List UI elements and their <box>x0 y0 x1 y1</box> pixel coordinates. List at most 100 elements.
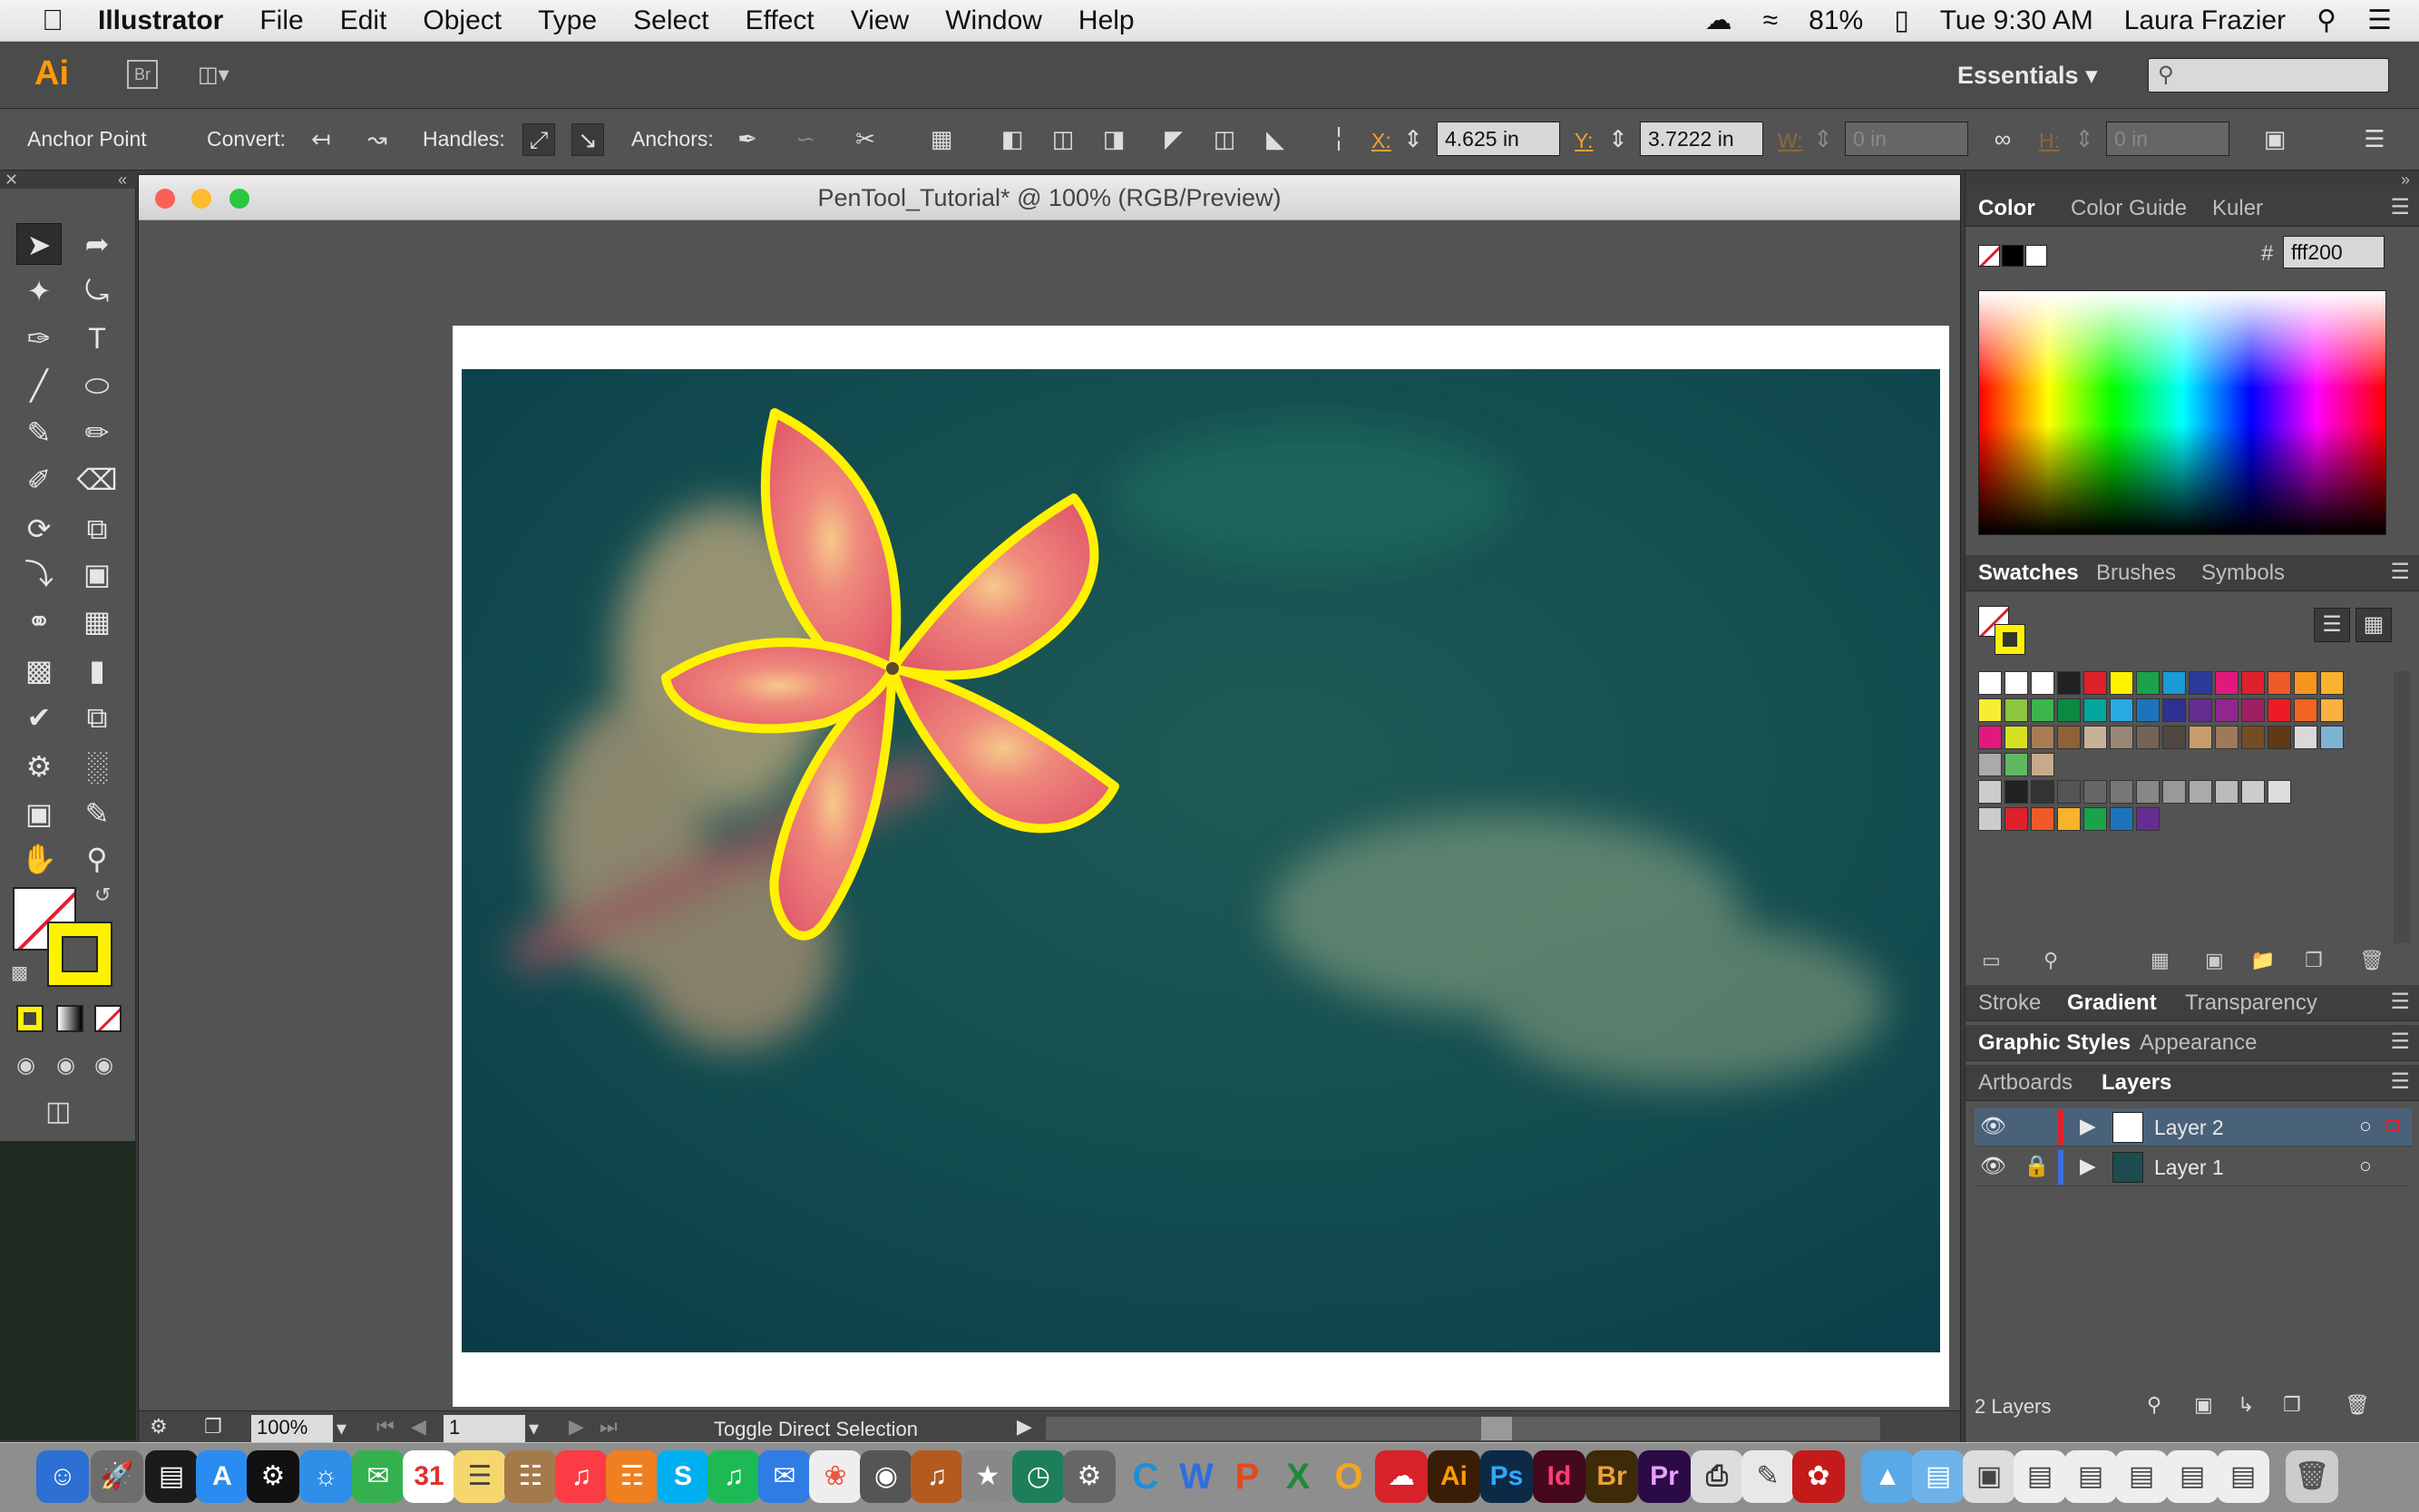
swatch-chip[interactable] <box>2136 698 2160 722</box>
swatch-options-icon[interactable]: ▦ <box>2151 949 2170 972</box>
swatch-stroke-indicator[interactable] <box>1995 624 2025 655</box>
menu-effect[interactable]: Effect <box>727 5 833 36</box>
perspective-grid-tool-icon[interactable]: ▦ <box>74 600 120 642</box>
swatch-chip[interactable] <box>2110 807 2133 831</box>
illustrator-dock-icon[interactable]: Ai <box>1428 1450 1480 1503</box>
layers-panel-menu-icon[interactable]: ☰ <box>2390 1068 2410 1095</box>
stack-icon-6[interactable]: ▤ <box>2217 1450 2269 1503</box>
color-group-icon[interactable]: ▣ <box>2205 949 2224 972</box>
zoom-window-button[interactable] <box>229 189 249 209</box>
user-name[interactable]: Laura Frazier <box>2124 5 2286 36</box>
launchpad-icon[interactable]: 🚀 <box>91 1450 143 1503</box>
stack-icon-2[interactable]: ▤ <box>2014 1450 2066 1503</box>
tab-symbols[interactable]: Symbols <box>2192 561 2294 586</box>
menu-edit[interactable]: Edit <box>322 5 405 36</box>
system-preferences-icon[interactable]: ⚙ <box>1063 1450 1116 1503</box>
tab-color-guide[interactable]: Color Guide <box>2062 196 2196 221</box>
hand-tool-icon[interactable]: ✋ <box>16 838 62 880</box>
free-transform-tool-icon[interactable]: ▣ <box>74 553 120 595</box>
symbol-sprayer-tool-icon[interactable]: ⚙ <box>16 746 62 787</box>
draw-inside-icon[interactable]: ◉ <box>94 1052 113 1078</box>
artboard-number-field[interactable]: 1 <box>444 1415 525 1442</box>
app-store-icon[interactable]: A <box>196 1450 249 1503</box>
swatch-chip[interactable] <box>2110 698 2133 722</box>
swatch-chip[interactable] <box>2136 780 2160 804</box>
color-mode-button[interactable] <box>16 1005 44 1032</box>
wifi-icon[interactable]: ≈ <box>1763 5 1778 36</box>
next-artboard-icon[interactable]: ▶ <box>569 1415 584 1439</box>
swatch-chip[interactable] <box>2189 780 2212 804</box>
layer-name[interactable]: Layer 2 <box>2154 1116 2224 1140</box>
tab-graphic-styles[interactable]: Graphic Styles <box>1969 1030 2140 1056</box>
delete-swatch-icon[interactable]: 🗑 <box>2359 949 2385 972</box>
photoshop-dock-icon[interactable]: Ps <box>1480 1450 1533 1503</box>
swatch-chip[interactable] <box>2268 726 2291 749</box>
music-icon[interactable]: ♫ <box>555 1450 608 1503</box>
gradient-tool-icon[interactable]: ▮ <box>74 649 120 691</box>
bridge-dock-icon[interactable]: Br <box>1585 1450 1638 1503</box>
swatches-panel-menu-icon[interactable]: ☰ <box>2390 559 2410 585</box>
draw-normal-icon[interactable]: ◉ <box>16 1052 35 1078</box>
spotlight-icon[interactable]: ⚲ <box>2317 5 2336 36</box>
notes-icon[interactable]: ☰ <box>454 1450 506 1503</box>
battery-icon[interactable]: ▯ <box>1894 5 1909 36</box>
expand-layer-icon[interactable]: ▶ <box>2080 1114 2096 1138</box>
tab-color[interactable]: Color <box>1969 196 2044 221</box>
rotate-tool-icon[interactable]: ⟳ <box>16 508 62 550</box>
stack-icon-5[interactable]: ▤ <box>2166 1450 2219 1503</box>
documents-folder-icon[interactable]: ▤ <box>1912 1450 1965 1503</box>
creative-cloud-app-icon[interactable]: ☁ <box>1375 1450 1428 1503</box>
tab-brushes[interactable]: Brushes <box>2087 561 2185 586</box>
y-stepper-icon[interactable]: ⇕ <box>1607 123 1629 156</box>
swatch-chip[interactable] <box>2004 726 2028 749</box>
transform-origin-icon[interactable]: ╎ <box>1322 123 1355 156</box>
swatch-chip[interactable] <box>2057 807 2081 831</box>
pencil-tool-icon[interactable]: ✏ <box>74 412 120 454</box>
remove-anchor-icon[interactable]: ✒ <box>731 123 764 156</box>
applications-folder-icon[interactable]: ▲ <box>1861 1450 1914 1503</box>
photos-icon[interactable]: ❀ <box>809 1450 862 1503</box>
swatch-chip[interactable] <box>2031 698 2054 722</box>
locate-object-icon[interactable]: ⚲ <box>2147 1393 2161 1417</box>
swatch-chip[interactable] <box>2189 726 2212 749</box>
paintbrush-tool-icon[interactable]: ✎ <box>16 412 62 454</box>
stack-icon-4[interactable]: ▤ <box>2115 1450 2168 1503</box>
share-icon[interactable]: ❐ <box>204 1415 222 1439</box>
screen-mode-icon[interactable]: ◫ <box>45 1096 71 1127</box>
h-stepper-icon[interactable]: ⇕ <box>2073 123 2095 156</box>
align-middle-icon[interactable]: ◫ <box>1208 123 1241 156</box>
swap-fill-stroke-icon[interactable]: ↺ <box>94 883 111 907</box>
notification-center-icon[interactable]: ☰ <box>2367 5 2392 36</box>
black-color-icon[interactable] <box>2002 245 2024 267</box>
skype-icon[interactable]: S <box>657 1450 709 1503</box>
scale-tool-icon[interactable]: ⧉ <box>74 508 120 550</box>
artboard-dropdown-icon[interactable]: ▾ <box>529 1417 539 1440</box>
new-layer-icon[interactable]: ❐ <box>2283 1393 2301 1417</box>
new-sublayer-icon[interactable]: ↳ <box>2238 1393 2254 1417</box>
menu-select[interactable]: Select <box>615 5 727 36</box>
swatch-chip[interactable] <box>2294 698 2317 722</box>
stack-icon-1[interactable]: ▣ <box>1963 1450 2015 1503</box>
swatch-chip[interactable] <box>2189 698 2212 722</box>
layer-row-2[interactable]: 👁 ▶ Layer 2 ○ <box>1975 1108 2412 1146</box>
swatch-chip[interactable] <box>2136 807 2160 831</box>
none-mode-button[interactable] <box>94 1005 122 1032</box>
height-field[interactable]: 0 in <box>2106 122 2229 156</box>
creative-cloud-icon[interactable]: ☁ <box>1705 5 1732 36</box>
align-bottom-icon[interactable]: ◣ <box>1259 123 1292 156</box>
scrollbar-thumb[interactable] <box>1481 1417 1512 1440</box>
menu-view[interactable]: View <box>833 5 927 36</box>
connect-anchors-icon[interactable]: ∽ <box>789 123 822 156</box>
menu-app-name[interactable]: Illustrator <box>80 5 241 36</box>
zoom-dropdown-icon[interactable]: ▾ <box>337 1417 346 1440</box>
swatch-chip[interactable] <box>2215 671 2239 695</box>
battery-percent[interactable]: 81% <box>1809 5 1863 36</box>
stack-icon-3[interactable]: ▤ <box>2064 1450 2117 1503</box>
menu-window[interactable]: Window <box>927 5 1060 36</box>
isolate-object-icon[interactable]: ▣ <box>2258 123 2291 156</box>
lasso-tool-icon[interactable]: ⤿ <box>74 270 120 312</box>
swatch-chip[interactable] <box>2057 780 2081 804</box>
selection-indicator[interactable] <box>2386 1119 2399 1132</box>
books-icon[interactable]: ☶ <box>606 1450 658 1503</box>
show-swatch-kinds-icon[interactable]: ⚲ <box>2043 949 2058 972</box>
